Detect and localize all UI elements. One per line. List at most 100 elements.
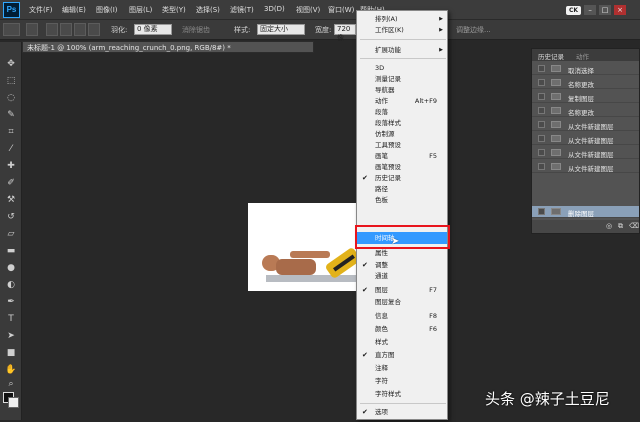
menu-item-notes[interactable]: 注释 — [357, 363, 447, 373]
history-row[interactable]: 复制图层 — [532, 91, 639, 103]
history-row[interactable]: 名称更改 — [532, 105, 639, 117]
menu-item-styles[interactable]: 样式 — [357, 337, 447, 347]
add-selection-icon[interactable] — [60, 23, 72, 36]
menu-separator — [360, 58, 446, 59]
annotation-highlight-box — [355, 225, 450, 249]
style-select[interactable]: 固定大小 — [257, 24, 305, 35]
menu-item-paragraph[interactable]: 段落 — [357, 107, 447, 117]
menu-item-navigator[interactable]: 导航器 — [357, 85, 447, 95]
menu-item-character[interactable]: 字符 — [357, 376, 447, 386]
eyedropper-icon[interactable]: ⁄ — [4, 143, 18, 156]
menu-item-swatches[interactable]: 色板 — [357, 195, 447, 205]
maximize-icon[interactable]: □ — [599, 5, 612, 15]
menu-edit[interactable]: 编辑(E) — [62, 5, 86, 15]
healing-brush-icon[interactable]: ✚ — [4, 160, 18, 173]
clone-stamp-icon[interactable]: ⚒ — [4, 194, 18, 207]
history-panel: 历史记录 动作 取消选择 名称更改 复制图层 名称更改 从文件新建图层 从文件新… — [531, 48, 640, 234]
menu-item-history[interactable]: ✔ 历史记录 — [357, 173, 447, 183]
trash-icon[interactable]: ⌫ — [629, 222, 639, 230]
width-input[interactable]: 720 像 — [334, 24, 356, 42]
history-row[interactable]: 从文件新建图层 — [532, 133, 639, 145]
history-state-icon — [551, 135, 561, 142]
quick-select-icon[interactable]: ✎ — [4, 109, 18, 122]
new-selection-icon[interactable] — [46, 23, 58, 36]
menu-filter[interactable]: 滤镜(T) — [230, 5, 254, 15]
move-tool-icon[interactable]: ✥ — [4, 58, 18, 71]
menu-item-options[interactable]: ✔ 选项 — [357, 407, 447, 417]
menu-item-adjustments[interactable]: ✔ 调整 — [357, 260, 447, 270]
history-row[interactable]: 从文件新建图层 — [532, 119, 639, 131]
history-state-icon — [551, 121, 561, 128]
marquee-tool-icon[interactable]: ⬚ — [4, 75, 18, 88]
menu-item-color[interactable]: 颜色 F6 — [357, 324, 447, 334]
history-state-icon — [551, 149, 561, 156]
tab-history[interactable]: 历史记录 — [538, 51, 564, 61]
document-canvas[interactable] — [248, 203, 360, 291]
path-select-icon[interactable]: ➤ — [4, 330, 18, 343]
feather-input[interactable]: 0 像素 — [134, 24, 172, 35]
intersect-selection-icon[interactable] — [88, 23, 100, 36]
crop-tool-icon[interactable]: ⌗ — [4, 126, 18, 139]
history-brush-icon[interactable]: ↺ — [4, 211, 18, 224]
menu-image[interactable]: 图像(I) — [96, 5, 118, 15]
zoom-tool-icon[interactable]: ⌕ — [4, 378, 18, 391]
menu-select[interactable]: 选择(S) — [196, 5, 220, 15]
menu-type[interactable]: 类型(Y) — [162, 5, 186, 15]
dodge-tool-icon[interactable]: ◐ — [4, 279, 18, 292]
type-tool-icon[interactable]: T — [4, 313, 18, 326]
tab-actions[interactable]: 动作 — [576, 51, 589, 61]
history-state-icon — [551, 107, 561, 114]
menu-view[interactable]: 视图(V) — [296, 5, 320, 15]
gradient-tool-icon[interactable]: ▬ — [4, 245, 18, 258]
menu-item-workspace[interactable]: 工作区(K) ▶ — [357, 25, 447, 35]
history-row-selected[interactable]: 删除图层 — [532, 206, 639, 218]
menu-item-histogram[interactable]: ✔ 直方图 — [357, 350, 447, 360]
menu-item-extensions[interactable]: 扩展功能 ▶ — [357, 45, 447, 55]
menu-item-paths[interactable]: 路径 — [357, 184, 447, 194]
subtract-selection-icon[interactable] — [74, 23, 86, 36]
menu-window[interactable]: 窗口(W) — [328, 5, 354, 15]
menu-file[interactable]: 文件(F) — [29, 5, 53, 15]
new-snapshot-icon[interactable]: ⧉ — [618, 222, 623, 231]
pen-tool-icon[interactable]: ✒ — [4, 296, 18, 309]
menu-item-properties[interactable]: 属性 — [357, 248, 447, 258]
refine-edge-button[interactable]: 调整边缘... — [456, 25, 491, 35]
brush-tool-icon[interactable]: ✐ — [4, 177, 18, 190]
menu-item-actions[interactable]: 动作 Alt+F9 — [357, 96, 447, 106]
menu-item-character-styles[interactable]: 字符样式 — [357, 389, 447, 399]
figure-torso — [276, 259, 316, 275]
eraser-icon[interactable]: ▱ — [4, 228, 18, 241]
camera-icon[interactable]: ◎ — [606, 222, 612, 230]
menu-item-layer-comps[interactable]: 图层复合 — [357, 297, 447, 307]
history-row[interactable]: 从文件新建图层 — [532, 147, 639, 159]
minimize-icon[interactable]: – — [584, 5, 597, 15]
menu-item-brush[interactable]: 画笔 F5 — [357, 151, 447, 161]
background-color-swatch[interactable] — [8, 397, 19, 408]
marquee-tool-icon[interactable] — [3, 23, 20, 36]
menu-item-3d[interactable]: 3D — [357, 63, 447, 73]
menu-item-measurement-log[interactable]: 测量记录 — [357, 74, 447, 84]
menu-item-clone-source[interactable]: 仿制源 — [357, 129, 447, 139]
menu-item-channels[interactable]: 通道 — [357, 271, 447, 281]
style-label: 样式: — [234, 26, 251, 34]
menu-item-paragraph-styles[interactable]: 段落样式 — [357, 118, 447, 128]
blur-tool-icon[interactable]: ● — [4, 262, 18, 275]
menu-item-arrange[interactable]: 排列(A) ▶ — [357, 14, 447, 24]
menu-item-layers[interactable]: ✔ 图层 F7 — [357, 285, 447, 295]
menu-item-tool-presets[interactable]: 工具预设 — [357, 140, 447, 150]
menu-3d[interactable]: 3D(D) — [264, 5, 285, 13]
hand-tool-icon[interactable]: ✋ — [4, 364, 18, 377]
history-row[interactable]: 从文件新建图层 — [532, 161, 639, 173]
menu-item-brush-presets[interactable]: 画笔预设 — [357, 162, 447, 172]
menu-separator — [360, 403, 446, 404]
preset-chevron-icon[interactable] — [26, 23, 38, 36]
history-row[interactable]: 取消选择 — [532, 63, 639, 75]
close-icon[interactable]: × — [614, 5, 627, 15]
menu-item-info[interactable]: 信息 F8 — [357, 311, 447, 321]
antialias-checkbox[interactable]: 消除锯齿 — [182, 25, 210, 35]
document-tab[interactable]: 未标题-1 @ 100% (arm_reaching_crunch_0.png,… — [22, 41, 314, 53]
history-row[interactable]: 名称更改 — [532, 77, 639, 89]
rectangle-tool-icon[interactable]: ■ — [4, 347, 18, 360]
menu-layer[interactable]: 图层(L) — [129, 5, 152, 15]
lasso-tool-icon[interactable]: ◌ — [4, 92, 18, 105]
